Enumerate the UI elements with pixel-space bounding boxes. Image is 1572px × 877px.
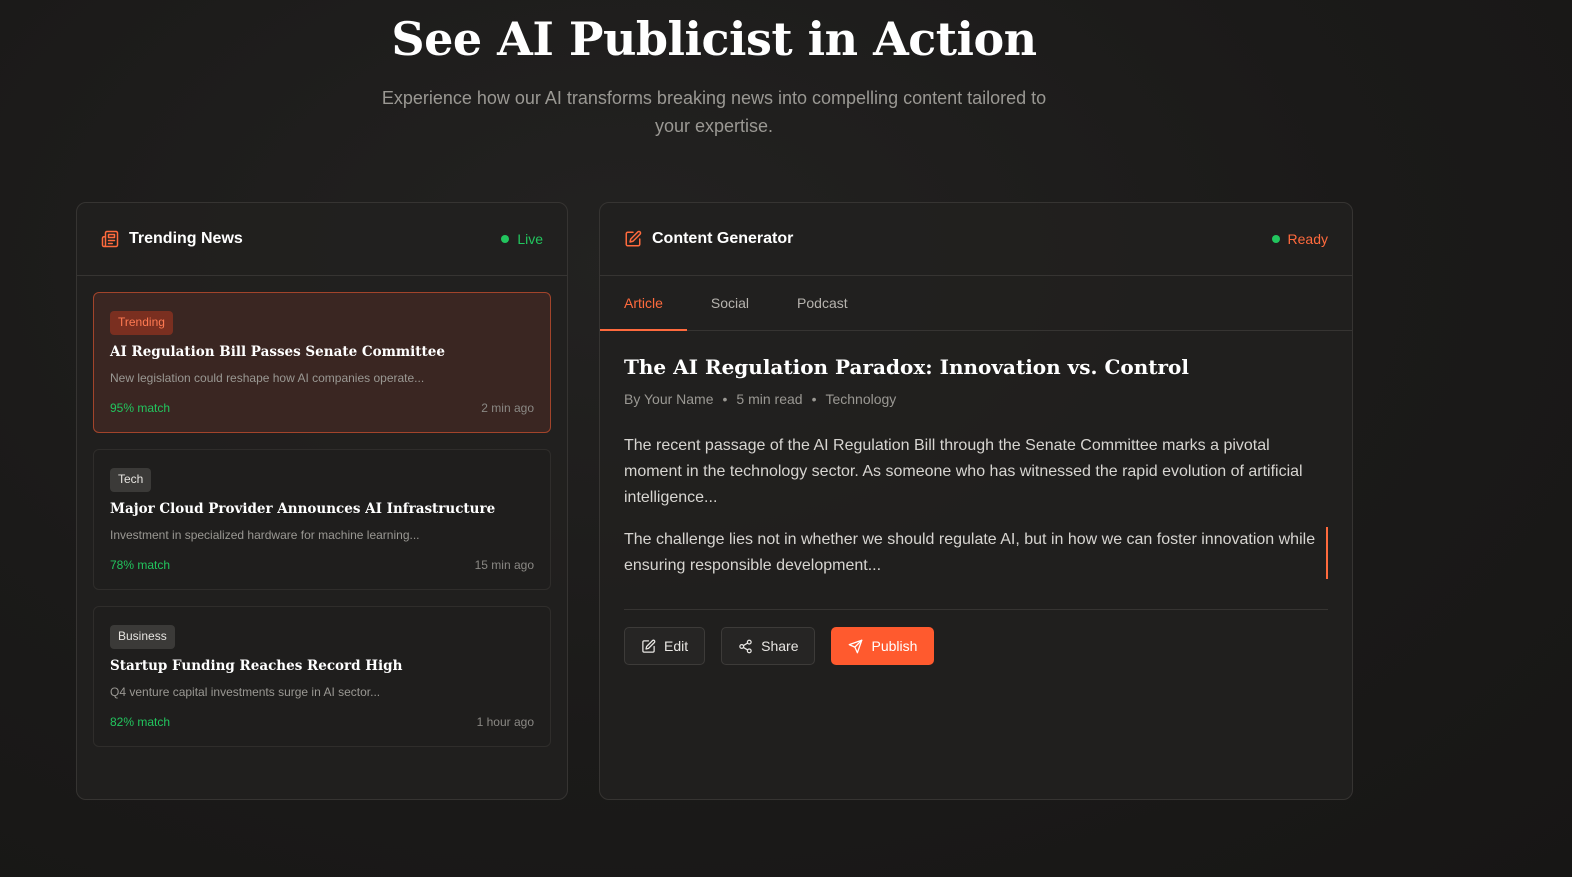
news-card[interactable]: Tech Major Cloud Provider Announces AI I… xyxy=(93,449,551,590)
ready-dot-icon xyxy=(1271,235,1280,243)
tab-social[interactable]: Social xyxy=(687,276,773,330)
news-description: Investment in specialized hardware for m… xyxy=(110,528,420,542)
match-score: 82% match xyxy=(110,715,171,729)
match-score: 78% match xyxy=(110,558,171,572)
tab-article[interactable]: Article xyxy=(600,276,687,331)
edit-button-label: Edit xyxy=(664,638,689,654)
content-generator-panel: Content Generator Ready Article Social P… xyxy=(599,202,1353,800)
trending-news-panel: Trending News Live Trending AI Regulatio… xyxy=(76,202,568,800)
match-score: 95% match xyxy=(110,401,171,415)
ready-status-label: Ready xyxy=(1287,231,1328,247)
pen-square-icon xyxy=(624,229,644,249)
edit-button[interactable]: Edit xyxy=(624,627,706,665)
article-paragraph-typing: The challenge lies not in whether we sho… xyxy=(624,527,1328,579)
share-icon xyxy=(739,639,752,653)
publish-button[interactable]: Publish xyxy=(831,627,935,665)
divider xyxy=(624,609,1328,610)
article-read-time: 5 min read xyxy=(736,391,803,407)
article-category: Technology xyxy=(825,391,897,407)
news-tag: Business xyxy=(110,625,175,649)
news-title: AI Regulation Bill Passes Senate Committ… xyxy=(110,344,445,360)
article-meta: By Your Name • 5 min read • Technology xyxy=(624,391,1328,407)
news-time: 1 hour ago xyxy=(476,715,534,729)
news-card[interactable]: Trending AI Regulation Bill Passes Senat… xyxy=(93,292,551,433)
newspaper-icon xyxy=(101,229,121,249)
share-button-label: Share xyxy=(761,638,799,654)
edit-icon xyxy=(642,639,656,653)
meta-separator: • xyxy=(811,391,817,407)
article-title: The AI Regulation Paradox: Innovation vs… xyxy=(624,355,1189,379)
live-status: Live xyxy=(501,231,543,247)
article-author: By Your Name xyxy=(624,391,714,407)
generator-panel-title: Content Generator xyxy=(652,230,794,247)
article-actions: Edit Share Publish xyxy=(624,627,1328,665)
news-list: Trending AI Regulation Bill Passes Senat… xyxy=(77,276,567,779)
tab-podcast[interactable]: Podcast xyxy=(773,276,872,330)
send-icon xyxy=(849,639,863,653)
content-tabs: Article Social Podcast xyxy=(600,276,1352,331)
news-panel-title: Trending News xyxy=(129,230,243,247)
news-title: Startup Funding Reaches Record High xyxy=(110,658,403,674)
ready-status: Ready xyxy=(1271,231,1328,247)
publish-button-label: Publish xyxy=(871,638,918,654)
generator-panel-header: Content Generator Ready xyxy=(600,203,1352,276)
news-panel-header: Trending News Live xyxy=(77,203,567,276)
live-status-label: Live xyxy=(517,231,543,247)
hero-subtitle: Experience how our AI transforms breakin… xyxy=(381,88,1047,136)
news-tag: Tech xyxy=(110,468,152,492)
news-description: New legislation could reshape how AI com… xyxy=(110,371,425,385)
hero-title: See AI Publicist in Action xyxy=(391,12,1037,66)
news-time: 2 min ago xyxy=(481,401,534,415)
meta-separator: • xyxy=(722,391,728,407)
news-tag: Trending xyxy=(110,311,173,335)
live-dot-icon xyxy=(501,235,510,243)
article-paragraph: The recent passage of the AI Regulation … xyxy=(624,437,1303,506)
article-preview: The AI Regulation Paradox: Innovation vs… xyxy=(600,331,1352,665)
news-description: Q4 venture capital investments surge in … xyxy=(110,685,381,699)
news-card[interactable]: Business Startup Funding Reaches Record … xyxy=(93,606,551,747)
news-time: 15 min ago xyxy=(474,558,534,572)
news-title: Major Cloud Provider Announces AI Infras… xyxy=(110,501,496,517)
share-button[interactable]: Share xyxy=(721,627,816,665)
